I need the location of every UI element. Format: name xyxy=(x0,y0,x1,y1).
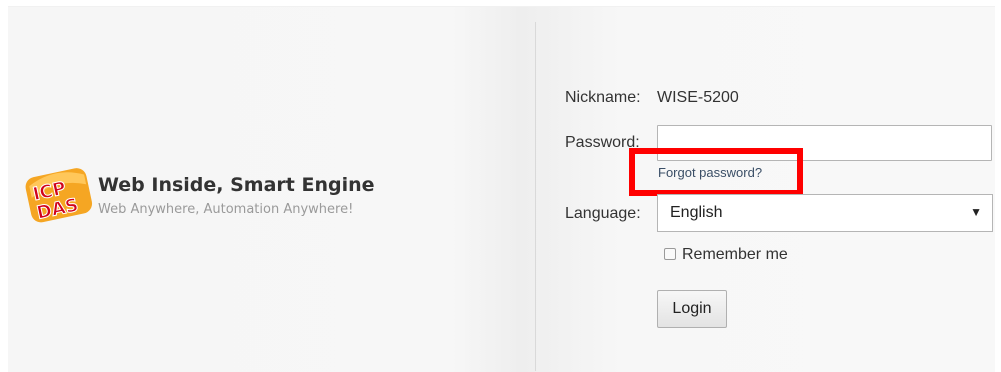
remember-me-checkbox[interactable] xyxy=(664,248,676,260)
remember-me-label[interactable]: Remember me xyxy=(682,246,788,264)
language-select[interactable]: English ▼ xyxy=(657,194,993,232)
icpdas-logo: ICP DAS xyxy=(25,168,93,224)
vertical-divider xyxy=(535,22,536,371)
dropdown-arrow-icon: ▼ xyxy=(970,205,982,219)
brand-title: Web Inside, Smart Engine xyxy=(98,174,375,196)
language-selected-value: English xyxy=(670,204,723,221)
brand-block: ICP DAS Web Inside, Smart Engine Web Any… xyxy=(22,166,442,226)
highlight-box xyxy=(629,148,803,196)
nickname-label: Nickname: xyxy=(565,89,641,106)
login-button[interactable]: Login xyxy=(657,290,727,328)
nickname-value: WISE-5200 xyxy=(657,89,739,106)
brand-subtitle: Web Anywhere, Automation Anywhere! xyxy=(98,202,354,217)
language-label: Language: xyxy=(565,205,641,222)
